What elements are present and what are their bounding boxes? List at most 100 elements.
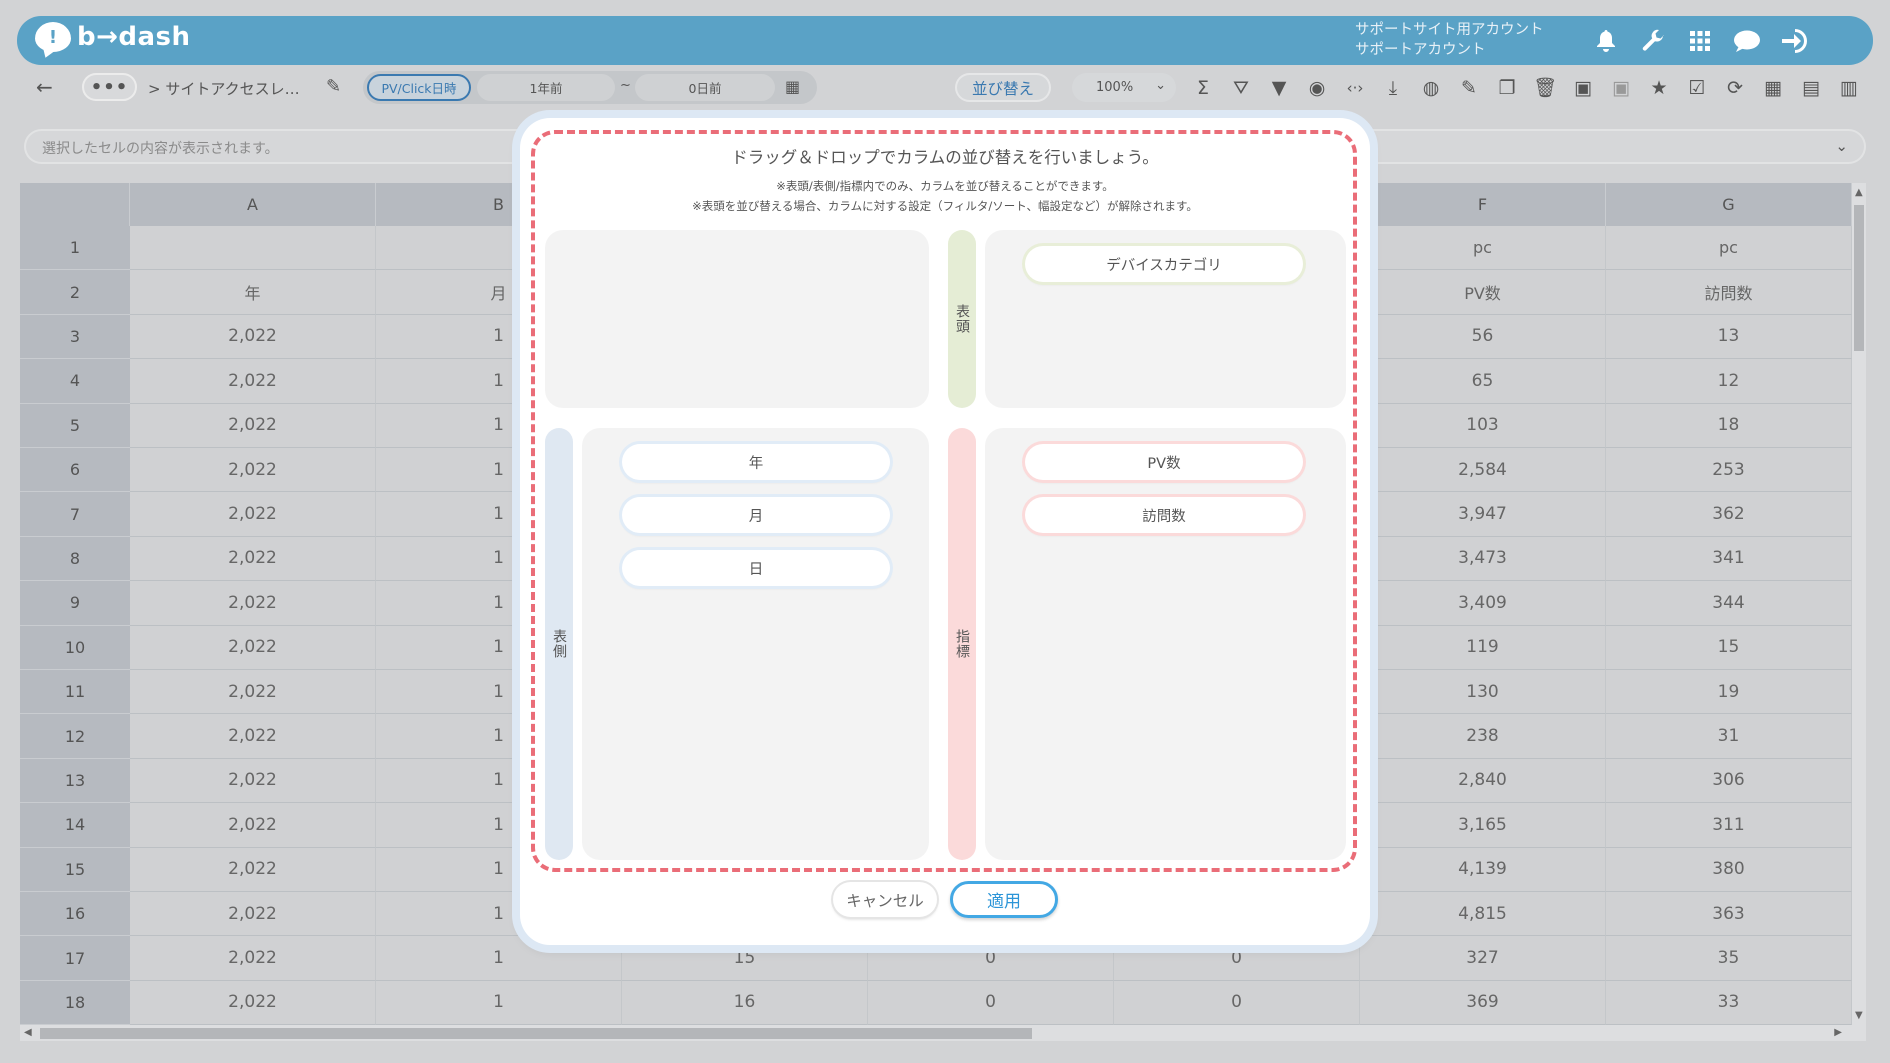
table-cell[interactable]: 2,022 (130, 847, 376, 892)
archive-icon[interactable]: ▣ (1564, 73, 1602, 102)
user-check-icon[interactable]: ☑ (1678, 73, 1716, 102)
table-cell[interactable]: 369 (1360, 980, 1606, 1025)
table-cell[interactable]: 3,473 (1360, 536, 1606, 582)
table-cell[interactable]: 2,022 (130, 536, 376, 582)
filter-icon[interactable]: ▼ (1260, 73, 1298, 102)
table-cell[interactable]: 2,022 (130, 670, 376, 715)
table-cell[interactable]: 12 (1606, 359, 1852, 404)
table-cell[interactable]: 2,584 (1360, 448, 1606, 493)
zoom-select[interactable]: 100% ⌄ (1072, 73, 1176, 102)
table-cell[interactable]: 2,022 (130, 980, 376, 1025)
table-cell[interactable]: 18 (1606, 403, 1852, 448)
table-cell[interactable]: 2,022 (130, 892, 376, 937)
refresh-icon[interactable]: ⟳ (1716, 73, 1754, 102)
table-cell[interactable]: 19 (1606, 670, 1852, 715)
row-header[interactable]: 6 (20, 448, 130, 493)
row-header[interactable]: 7 (20, 492, 130, 537)
more-button[interactable]: ••• (82, 73, 137, 101)
table-cell[interactable]: 1 (376, 980, 622, 1025)
scroll-up-icon[interactable]: ▲ (1855, 187, 1863, 198)
side-item[interactable]: 日 (622, 550, 890, 586)
calendar-icon[interactable]: ▦ (1754, 73, 1792, 102)
table-cell[interactable]: 2,022 (130, 359, 376, 404)
table-cell[interactable]: 31 (1606, 714, 1852, 759)
table-cell[interactable]: 33 (1606, 980, 1852, 1025)
column-header[interactable]: G (1606, 183, 1852, 226)
table-cell[interactable]: 0 (1114, 980, 1360, 1025)
table-cell[interactable]: 56 (1360, 314, 1606, 360)
table-cell[interactable]: 15 (1606, 625, 1852, 670)
metric-item[interactable]: 訪問数 (1025, 497, 1303, 533)
row-header[interactable]: 9 (20, 581, 130, 626)
grid-icon[interactable] (1676, 26, 1723, 56)
table-cell[interactable]: 年 (130, 270, 376, 315)
table-cell[interactable]: 103 (1360, 403, 1606, 448)
table-cell[interactable]: 306 (1606, 758, 1852, 804)
table-cell[interactable]: 0 (868, 980, 1114, 1025)
table-cell[interactable]: 341 (1606, 536, 1852, 582)
bell-icon[interactable] (1582, 26, 1629, 56)
image-icon[interactable]: ▣ (1602, 73, 1640, 102)
row-header[interactable]: 10 (20, 625, 130, 670)
table-cell[interactable]: 13 (1606, 314, 1852, 360)
table-cell[interactable]: 2,022 (130, 625, 376, 670)
chevron-down-icon[interactable]: ⌄ (1835, 137, 1848, 155)
row-header[interactable]: 17 (20, 936, 130, 981)
logout-icon[interactable] (1770, 26, 1817, 56)
table-cell[interactable]: 訪問数 (1606, 270, 1852, 315)
table-cell[interactable]: 4,815 (1360, 892, 1606, 937)
table-cell[interactable]: 119 (1360, 625, 1606, 670)
row-header[interactable]: 8 (20, 536, 130, 582)
edit-icon[interactable]: ✎ (1450, 73, 1488, 102)
date-from-input[interactable]: 1年前 (477, 74, 615, 101)
table-cell[interactable]: 311 (1606, 803, 1852, 848)
table-cell[interactable]: 2,022 (130, 581, 376, 626)
table-cell[interactable]: 327 (1360, 936, 1606, 981)
row-header[interactable]: 4 (20, 359, 130, 404)
table-cell[interactable] (130, 226, 376, 271)
table-cell[interactable]: 130 (1360, 670, 1606, 715)
row-header[interactable]: 13 (20, 758, 130, 804)
table-cell[interactable]: 2,022 (130, 936, 376, 981)
row-header[interactable]: 1 (20, 226, 130, 271)
table-cell[interactable]: 362 (1606, 492, 1852, 537)
account-info[interactable]: サポートサイト用アカウント サポートアカウント (1355, 20, 1544, 60)
table-cell[interactable]: 253 (1606, 448, 1852, 493)
table-cell[interactable]: 3,947 (1360, 492, 1606, 537)
scroll-left-icon[interactable]: ◀ (24, 1027, 32, 1038)
row-header[interactable]: 5 (20, 403, 130, 448)
table-cell[interactable]: 2,022 (130, 714, 376, 759)
table-cell[interactable]: 2,840 (1360, 758, 1606, 804)
row-header[interactable]: 2 (20, 270, 130, 315)
table-cell[interactable]: pc (1360, 226, 1606, 271)
eye-icon[interactable]: ◉ (1298, 73, 1336, 102)
row-header[interactable]: 18 (20, 980, 130, 1025)
calendar-icon[interactable]: ▦ (785, 77, 800, 96)
table-cell[interactable]: 2,022 (130, 314, 376, 360)
table-cell[interactable]: 65 (1360, 359, 1606, 404)
grid-corner[interactable] (20, 183, 130, 226)
table-cell[interactable]: 380 (1606, 847, 1852, 892)
table-cell[interactable]: 3,409 (1360, 581, 1606, 626)
chat-icon[interactable] (1723, 26, 1770, 56)
table-cell[interactable]: 2,022 (130, 403, 376, 448)
table-cell[interactable]: 363 (1606, 892, 1852, 937)
logo[interactable]: ! b→dash (35, 22, 191, 52)
table-cell[interactable]: 2,022 (130, 492, 376, 537)
table-cell[interactable]: 2,022 (130, 758, 376, 804)
row-header[interactable]: 14 (20, 803, 130, 848)
metric-item[interactable]: PV数 (1025, 444, 1303, 480)
table-cell[interactable]: PV数 (1360, 270, 1606, 315)
scrollbar-thumb[interactable] (40, 1028, 1032, 1039)
apply-button[interactable]: 適用 (950, 881, 1058, 918)
table-cell[interactable]: 2,022 (130, 448, 376, 493)
column-header[interactable]: A (130, 183, 376, 226)
scrollbar-thumb[interactable] (1854, 205, 1864, 351)
trash-icon[interactable]: 🗑 (1526, 73, 1564, 102)
date-to-input[interactable]: 0日前 (635, 74, 775, 101)
chart-icon[interactable]: ◍ (1412, 73, 1450, 102)
table-cell[interactable]: 16 (622, 980, 868, 1025)
sigma-icon[interactable]: Σ (1184, 73, 1222, 102)
sort-button[interactable]: 並び替え (955, 73, 1051, 102)
star-icon[interactable]: ★ (1640, 73, 1678, 102)
